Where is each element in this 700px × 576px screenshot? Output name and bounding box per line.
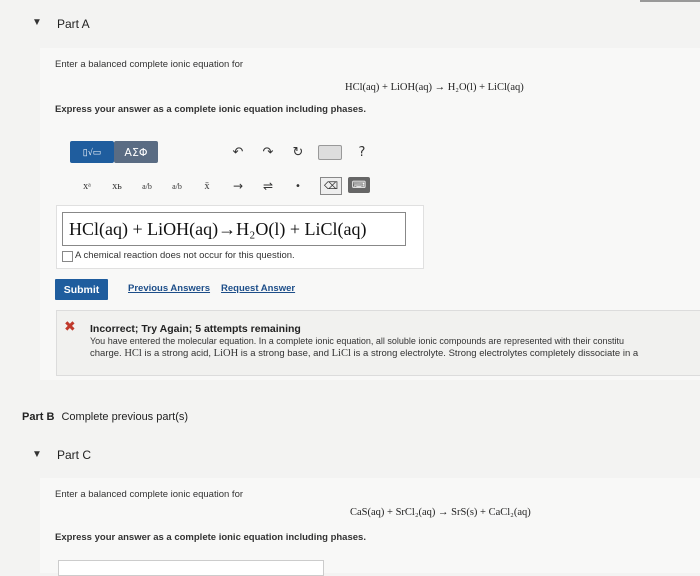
fraction-alt-button[interactable]: a/b (166, 175, 188, 197)
formula-licl: LiCl (331, 348, 351, 359)
collapse-caret-icon[interactable]: ▼ (32, 17, 42, 28)
fraction-button[interactable]: a/b (136, 175, 158, 197)
equation-toolbar-top: ▯√▭ ΑΣΦ ↶ ↷ ↻ ? (56, 137, 381, 167)
feedback-text: charge. (90, 348, 125, 359)
part-b-label: Part B (22, 411, 55, 423)
help-button[interactable]: ? (354, 141, 370, 163)
feedback-text-line1: You have entered the molecular equation.… (90, 336, 625, 346)
reset-icon[interactable]: ↻ (288, 141, 308, 163)
answer-input[interactable]: HCl(aq) + LiOH(aq)→H₂O(l) + LiCl(aq) (62, 212, 406, 246)
redo-icon[interactable]: ↷ (258, 141, 278, 163)
templates-button[interactable]: ▯√▭ (70, 141, 114, 163)
feedback-title: Incorrect; Try Again; 5 attempts remaini… (90, 323, 301, 335)
part-c-equation: CaS(aq) + SrCl₂(aq) → SrS(s) + CaCl₂(aq) (350, 507, 531, 518)
part-c-prompt: Enter a balanced complete ionic equation… (55, 489, 244, 500)
feedback-text: is a strong base, and (238, 348, 332, 359)
no-reaction-checkbox[interactable] (62, 251, 73, 262)
incorrect-icon: ✖ (64, 319, 76, 335)
top-divider (640, 0, 700, 2)
reaction-arrow-button[interactable]: → (228, 175, 248, 197)
formula-lioh: LiOH (213, 348, 239, 359)
greek-symbols-button[interactable]: ΑΣΦ (114, 141, 158, 163)
previous-answers-link[interactable]: Previous Answers (128, 283, 210, 294)
formula-hcl: HCl (124, 348, 142, 359)
request-answer-link[interactable]: Request Answer (221, 283, 295, 294)
dot-button[interactable]: • (288, 175, 308, 197)
equilibrium-arrow-button[interactable]: ⇌ (258, 175, 278, 197)
part-b-text: Complete previous part(s) (61, 411, 189, 423)
part-a-prompt: Enter a balanced complete ionic equation… (55, 59, 244, 70)
delete-icon[interactable]: ⌫ (320, 177, 342, 195)
part-a-equation: HCl(aq) + LiOH(aq) → H₂O(l) + LiCl(aq) (345, 82, 524, 93)
keyboard-toggle-icon[interactable]: ⌨ (348, 177, 370, 193)
part-c-answer-area[interactable] (58, 560, 324, 576)
submit-button[interactable]: Submit (55, 279, 108, 300)
subscript-button[interactable]: xь (106, 175, 128, 197)
part-c-instruction: Express your answer as a complete ionic … (55, 532, 366, 543)
feedback-text-line2: charge. HCl is a strong acid, LiOH is a … (90, 348, 638, 359)
equation-toolbar-bottom: xᵃ xь a/b a/b x̄ → ⇌ • ⌫ ⌨ (56, 171, 381, 201)
part-c-title[interactable]: Part C (57, 448, 91, 462)
part-a-title[interactable]: Part A (57, 17, 90, 31)
no-reaction-label: A chemical reaction does not occur for t… (75, 250, 295, 261)
keyboard-icon[interactable] (318, 145, 342, 160)
undo-icon[interactable]: ↶ (228, 141, 248, 163)
superscript-button[interactable]: xᵃ (76, 175, 98, 197)
part-b-row: Part B Complete previous part(s) (22, 411, 188, 423)
collapse-caret-icon[interactable]: ▼ (32, 449, 42, 460)
overline-button[interactable]: x̄ (196, 175, 218, 197)
feedback-text: is a strong electrolyte. Strong electrol… (350, 348, 639, 359)
feedback-text: is a strong acid, (141, 348, 214, 359)
part-a-instruction: Express your answer as a complete ionic … (55, 104, 366, 115)
